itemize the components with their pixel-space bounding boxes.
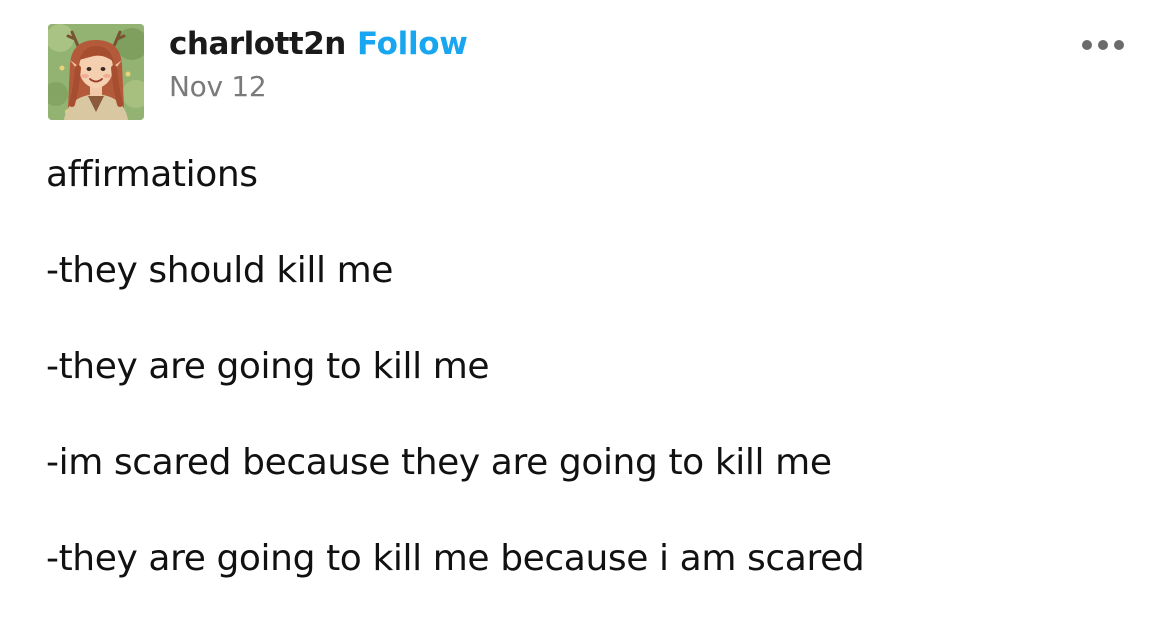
post-text-line: -they are going to kill me because i am …: [46, 538, 865, 579]
ellipsis-icon: [1114, 40, 1124, 50]
post-title: affirmations: [46, 154, 258, 195]
ellipsis-icon: [1082, 40, 1092, 50]
post-text-line: -they are going to kill me: [46, 346, 490, 387]
post-text-line: -im scared because they are going to kil…: [46, 442, 832, 483]
post-card: charlott2n Follow Nov 12 affirmations -t…: [0, 0, 1170, 626]
post-body: affirmations -they should kill me -they …: [46, 150, 1126, 630]
avatar-illustration-icon: [48, 24, 144, 120]
author-username[interactable]: charlott2n: [169, 26, 346, 62]
follow-button[interactable]: Follow: [357, 26, 468, 62]
more-options-button[interactable]: [1068, 30, 1138, 60]
ellipsis-icon: [1098, 40, 1108, 50]
post-text-line: -they should kill me: [46, 250, 394, 291]
post-date[interactable]: Nov 12: [169, 70, 267, 103]
author-avatar[interactable]: [48, 24, 144, 120]
